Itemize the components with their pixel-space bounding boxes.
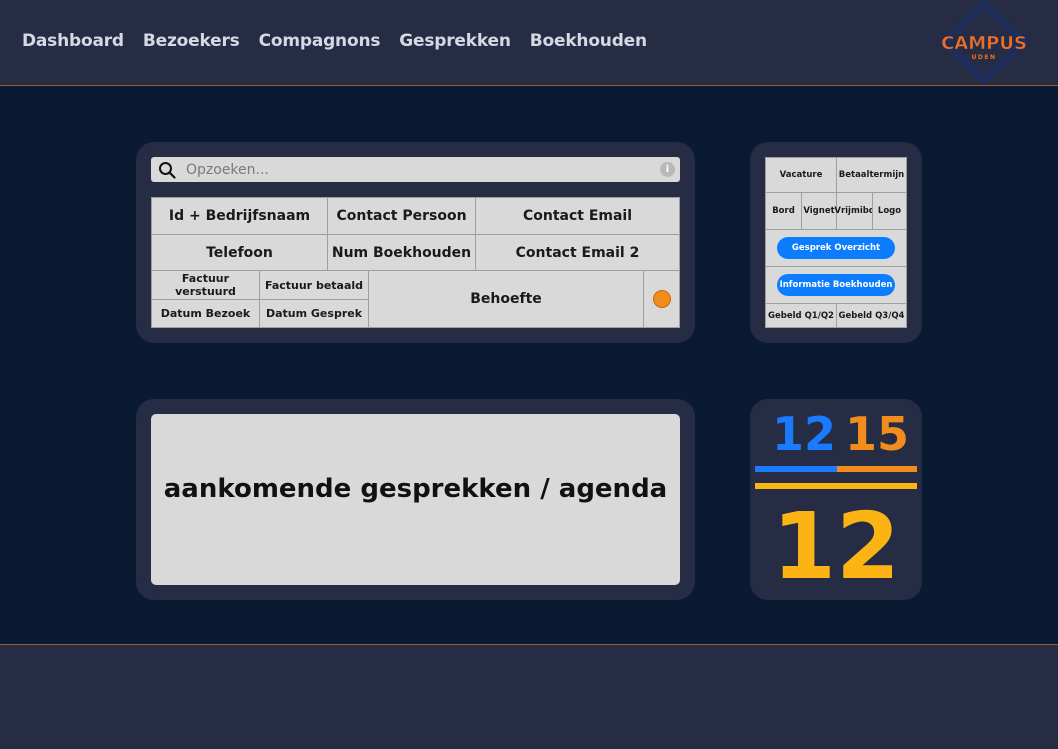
stat-blue-bar [755,466,837,472]
stats-card: 12 15 12 [750,399,922,600]
logo-text: CAMPUS [941,33,1027,54]
logo-subtext: UDEN [972,54,997,61]
main-nav: Dashboard Bezoekers Compagnons Gesprekke… [22,31,647,51]
field-telefoon[interactable]: Telefoon [151,234,328,271]
field-datum-bezoek[interactable]: Datum Bezoek [151,299,260,328]
field-num-boekhouden[interactable]: Num Boekhouden [327,234,476,271]
option-bord[interactable]: Bord [765,192,802,230]
status-indicator[interactable] [643,270,680,328]
option-logo[interactable]: Logo [872,192,907,230]
agenda-title: aankomende gesprekken / agenda [163,473,668,504]
campus-logo[interactable]: CAMPUS UDEN [939,0,1029,85]
options-grid: Vacature Betaaltermijn Bord Vignet Vrijm… [765,157,907,328]
informatie-boekhouden-row: Informatie Boekhouden [765,266,907,304]
option-vignet[interactable]: Vignet [801,192,837,230]
search-icon [159,161,176,179]
stat-total-bar [755,483,917,489]
campus-logo-mark: CAMPUS UDEN [939,0,1029,85]
agenda-panel[interactable]: aankomende gesprekken / agenda [151,414,680,585]
search-input[interactable] [186,159,646,180]
field-contact-email-2[interactable]: Contact Email 2 [475,234,680,271]
search-bar[interactable]: i [151,157,680,182]
field-id-bedrijfsnaam[interactable]: Id + Bedrijfsnaam [151,197,328,235]
field-datum-gesprek[interactable]: Datum Gesprek [259,299,369,328]
option-vacature[interactable]: Vacature [765,157,837,193]
stat-orange-bar [837,466,917,472]
nav-boekhouden[interactable]: Boekhouden [530,31,647,51]
nav-compagnons[interactable]: Compagnons [259,31,381,51]
option-gebeld-q1q2[interactable]: Gebeld Q1/Q2 [765,303,837,328]
nav-bezoekers[interactable]: Bezoekers [143,31,240,51]
top-navigation-bar: Dashboard Bezoekers Compagnons Gesprekke… [0,0,1058,86]
stat-orange-count: 15 [845,407,910,461]
field-contact-persoon[interactable]: Contact Persoon [327,197,476,235]
info-icon[interactable]: i [660,162,675,177]
detail-grid: Id + Bedrijfsnaam Contact Persoon Contac… [151,197,680,328]
field-factuur-betaald[interactable]: Factuur betaald [259,270,369,300]
field-behoefte[interactable]: Behoefte [368,270,644,328]
footer-bar [0,644,1058,749]
stat-total-count: 12 [771,493,901,600]
option-vrijmibo[interactable]: Vrijmibo [834,192,875,230]
stat-blue-count: 12 [772,407,837,461]
agenda-card: aankomende gesprekken / agenda [136,399,695,600]
field-contact-email[interactable]: Contact Email [475,197,680,235]
options-card: Vacature Betaaltermijn Bord Vignet Vrijm… [750,142,922,343]
field-factuur-verstuurd[interactable]: Factuur verstuurd [151,270,260,300]
nav-gesprekken[interactable]: Gesprekken [399,31,511,51]
nav-dashboard[interactable]: Dashboard [22,31,124,51]
informatie-boekhouden-button[interactable]: Informatie Boekhouden [777,274,895,296]
company-detail-card: i Id + Bedrijfsnaam Contact Persoon Cont… [136,142,695,343]
option-betaaltermijn[interactable]: Betaaltermijn [836,157,907,193]
status-dot-icon [652,290,671,308]
option-gebeld-q3q4[interactable]: Gebeld Q3/Q4 [836,303,907,328]
gesprek-overzicht-row: Gesprek Overzicht [765,229,907,267]
gesprek-overzicht-button[interactable]: Gesprek Overzicht [777,237,895,259]
